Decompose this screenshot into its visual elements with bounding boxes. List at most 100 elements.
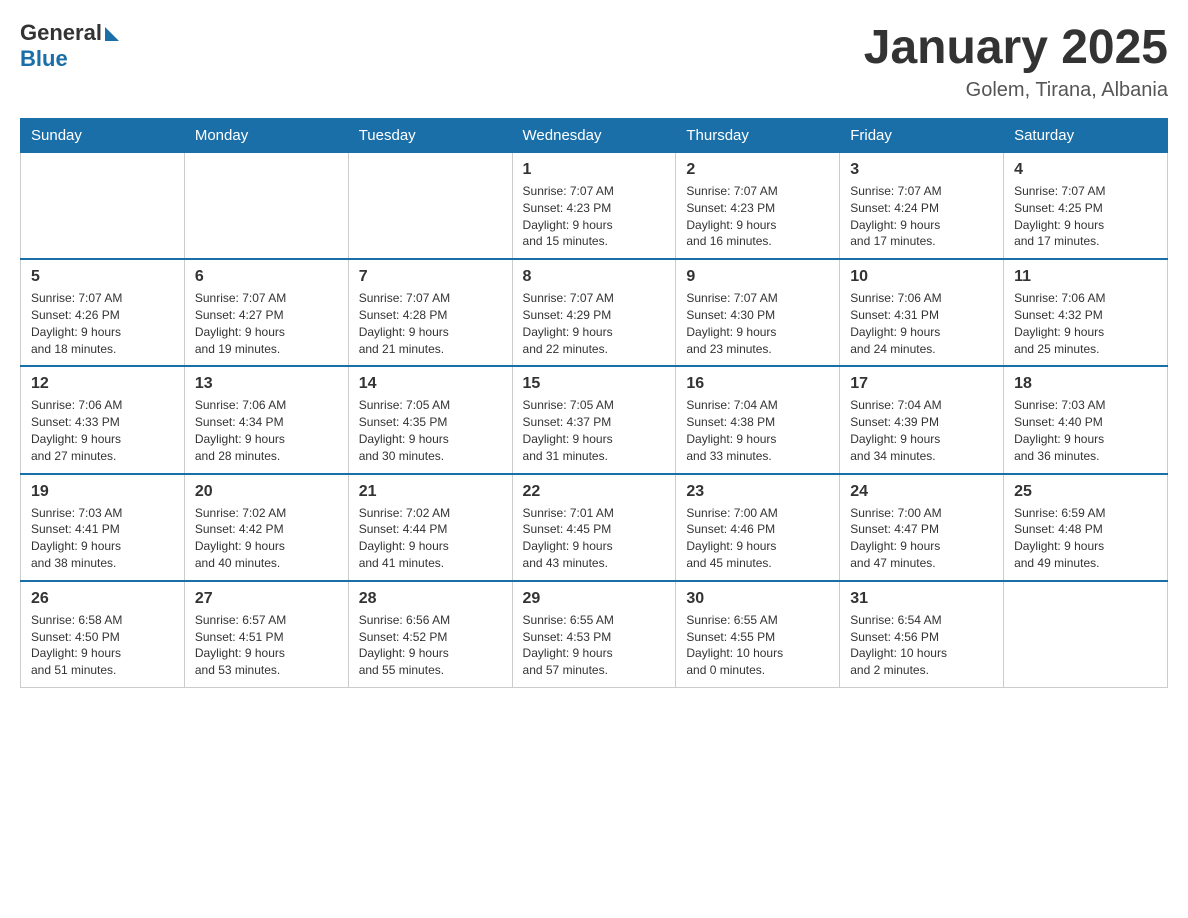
calendar-cell: 10 Sunrise: 7:06 AM Sunset: 4:31 PM Dayli…	[840, 259, 1004, 366]
calendar-cell: 8 Sunrise: 7:07 AM Sunset: 4:29 PM Daylig…	[512, 259, 676, 366]
day-info: Sunrise: 7:06 AM Sunset: 4:33 PM Dayligh…	[31, 397, 174, 464]
day-number: 7	[359, 268, 502, 286]
day-info: Sunrise: 7:01 AM Sunset: 4:45 PM Dayligh…	[523, 505, 666, 572]
day-info: Sunrise: 6:55 AM Sunset: 4:55 PM Dayligh…	[686, 612, 829, 679]
day-info: Sunrise: 7:07 AM Sunset: 4:30 PM Dayligh…	[686, 290, 829, 357]
day-info: Sunrise: 7:07 AM Sunset: 4:23 PM Dayligh…	[523, 183, 666, 250]
calendar-week-row: 1 Sunrise: 7:07 AM Sunset: 4:23 PM Daylig…	[21, 153, 1168, 260]
calendar-cell: 18Sunrise: 7:03 AM Sunset: 4:40 PM Dayli…	[1004, 366, 1168, 473]
day-number: 4	[1014, 161, 1157, 179]
logo-blue-text: Blue	[20, 46, 68, 72]
day-info: Sunrise: 7:03 AM Sunset: 4:41 PM Dayligh…	[31, 505, 174, 572]
day-info: Sunrise: 7:07 AM Sunset: 4:27 PM Dayligh…	[195, 290, 338, 357]
calendar-cell: 3Sunrise: 7:07 AM Sunset: 4:24 PM Daylig…	[840, 153, 1004, 260]
calendar-cell: 26Sunrise: 6:58 AM Sunset: 4:50 PM Dayli…	[21, 581, 185, 688]
calendar-cell: 21 Sunrise: 7:02 AM Sunset: 4:44 PM Dayli…	[348, 474, 512, 581]
calendar-cell: 22Sunrise: 7:01 AM Sunset: 4:45 PM Dayli…	[512, 474, 676, 581]
day-info: Sunrise: 7:07 AM Sunset: 4:25 PM Dayligh…	[1014, 183, 1157, 250]
weekday-header-thursday: Thursday	[676, 119, 840, 153]
day-info: Sunrise: 6:54 AM Sunset: 4:56 PM Dayligh…	[850, 612, 993, 679]
logo: General Blue	[20, 20, 119, 72]
day-number: 26	[31, 590, 174, 608]
calendar-title: January 2025	[864, 20, 1168, 75]
calendar-subtitle: Golem, Tirana, Albania	[864, 79, 1168, 102]
calendar-cell: 29Sunrise: 6:55 AM Sunset: 4:53 PM Dayli…	[512, 581, 676, 688]
day-number: 17	[850, 375, 993, 393]
day-number: 31	[850, 590, 993, 608]
day-number: 1	[523, 161, 666, 179]
day-info: Sunrise: 7:06 AM Sunset: 4:31 PM Dayligh…	[850, 290, 993, 357]
day-number: 8	[523, 268, 666, 286]
calendar-cell: 27 Sunrise: 6:57 AM Sunset: 4:51 PM Dayli…	[184, 581, 348, 688]
day-info: Sunrise: 7:05 AM Sunset: 4:37 PM Dayligh…	[523, 397, 666, 464]
day-number: 9	[686, 268, 829, 286]
calendar-cell: 14Sunrise: 7:05 AM Sunset: 4:35 PM Dayli…	[348, 366, 512, 473]
day-number: 16	[686, 375, 829, 393]
weekday-header-tuesday: Tuesday	[348, 119, 512, 153]
day-number: 2	[686, 161, 829, 179]
day-info: Sunrise: 7:02 AM Sunset: 4:44 PM Dayligh…	[359, 505, 502, 572]
title-section: January 2025 Golem, Tirana, Albania	[864, 20, 1168, 102]
calendar-cell: 4 Sunrise: 7:07 AM Sunset: 4:25 PM Daylig…	[1004, 153, 1168, 260]
day-info: Sunrise: 6:56 AM Sunset: 4:52 PM Dayligh…	[359, 612, 502, 679]
day-info: Sunrise: 7:00 AM Sunset: 4:47 PM Dayligh…	[850, 505, 993, 572]
day-info: Sunrise: 7:02 AM Sunset: 4:42 PM Dayligh…	[195, 505, 338, 572]
calendar-cell: 28 Sunrise: 6:56 AM Sunset: 4:52 PM Dayli…	[348, 581, 512, 688]
day-info: Sunrise: 7:07 AM Sunset: 4:28 PM Dayligh…	[359, 290, 502, 357]
day-number: 21	[359, 483, 502, 501]
day-info: Sunrise: 7:07 AM Sunset: 4:26 PM Dayligh…	[31, 290, 174, 357]
weekday-header-row: SundayMondayTuesdayWednesdayThursdayFrid…	[21, 119, 1168, 153]
calendar-cell: 9 Sunrise: 7:07 AM Sunset: 4:30 PM Daylig…	[676, 259, 840, 366]
calendar-week-row: 5 Sunrise: 7:07 AM Sunset: 4:26 PM Daylig…	[21, 259, 1168, 366]
day-info: Sunrise: 7:05 AM Sunset: 4:35 PM Dayligh…	[359, 397, 502, 464]
logo-triangle-icon	[105, 27, 119, 41]
logo-general-text: General	[20, 20, 102, 46]
day-info: Sunrise: 7:04 AM Sunset: 4:39 PM Dayligh…	[850, 397, 993, 464]
calendar-cell: 15 Sunrise: 7:05 AM Sunset: 4:37 PM Dayli…	[512, 366, 676, 473]
day-number: 23	[686, 483, 829, 501]
day-number: 15	[523, 375, 666, 393]
calendar-cell: 20Sunrise: 7:02 AM Sunset: 4:42 PM Dayli…	[184, 474, 348, 581]
day-info: Sunrise: 6:57 AM Sunset: 4:51 PM Dayligh…	[195, 612, 338, 679]
calendar-cell: 24 Sunrise: 7:00 AM Sunset: 4:47 PM Dayli…	[840, 474, 1004, 581]
calendar-week-row: 19 Sunrise: 7:03 AM Sunset: 4:41 PM Dayli…	[21, 474, 1168, 581]
calendar-cell: 2 Sunrise: 7:07 AM Sunset: 4:23 PM Daylig…	[676, 153, 840, 260]
day-info: Sunrise: 7:04 AM Sunset: 4:38 PM Dayligh…	[686, 397, 829, 464]
day-number: 25	[1014, 483, 1157, 501]
page-header: General Blue January 2025 Golem, Tirana,…	[20, 20, 1168, 102]
calendar-cell: 7 Sunrise: 7:07 AM Sunset: 4:28 PM Daylig…	[348, 259, 512, 366]
day-number: 5	[31, 268, 174, 286]
calendar-cell	[184, 153, 348, 260]
weekday-header-saturday: Saturday	[1004, 119, 1168, 153]
calendar-cell: 16 Sunrise: 7:04 AM Sunset: 4:38 PM Dayli…	[676, 366, 840, 473]
calendar-cell: 17 Sunrise: 7:04 AM Sunset: 4:39 PM Dayli…	[840, 366, 1004, 473]
day-number: 10	[850, 268, 993, 286]
day-info: Sunrise: 7:06 AM Sunset: 4:34 PM Dayligh…	[195, 397, 338, 464]
day-number: 27	[195, 590, 338, 608]
day-info: Sunrise: 7:07 AM Sunset: 4:23 PM Dayligh…	[686, 183, 829, 250]
calendar-cell: 6 Sunrise: 7:07 AM Sunset: 4:27 PM Daylig…	[184, 259, 348, 366]
calendar-week-row: 12Sunrise: 7:06 AM Sunset: 4:33 PM Dayli…	[21, 366, 1168, 473]
weekday-header-monday: Monday	[184, 119, 348, 153]
day-number: 19	[31, 483, 174, 501]
day-number: 3	[850, 161, 993, 179]
weekday-header-wednesday: Wednesday	[512, 119, 676, 153]
calendar-cell: 5 Sunrise: 7:07 AM Sunset: 4:26 PM Daylig…	[21, 259, 185, 366]
calendar-cell: 11Sunrise: 7:06 AM Sunset: 4:32 PM Dayli…	[1004, 259, 1168, 366]
calendar-cell	[348, 153, 512, 260]
day-number: 24	[850, 483, 993, 501]
calendar-cell: 23 Sunrise: 7:00 AM Sunset: 4:46 PM Dayli…	[676, 474, 840, 581]
weekday-header-friday: Friday	[840, 119, 1004, 153]
day-info: Sunrise: 7:00 AM Sunset: 4:46 PM Dayligh…	[686, 505, 829, 572]
day-number: 6	[195, 268, 338, 286]
calendar-cell: 12Sunrise: 7:06 AM Sunset: 4:33 PM Dayli…	[21, 366, 185, 473]
day-number: 29	[523, 590, 666, 608]
day-number: 11	[1014, 268, 1157, 286]
day-number: 28	[359, 590, 502, 608]
day-info: Sunrise: 7:07 AM Sunset: 4:29 PM Dayligh…	[523, 290, 666, 357]
day-number: 13	[195, 375, 338, 393]
weekday-header-sunday: Sunday	[21, 119, 185, 153]
calendar-cell: 13 Sunrise: 7:06 AM Sunset: 4:34 PM Dayli…	[184, 366, 348, 473]
calendar-week-row: 26Sunrise: 6:58 AM Sunset: 4:50 PM Dayli…	[21, 581, 1168, 688]
day-number: 18	[1014, 375, 1157, 393]
